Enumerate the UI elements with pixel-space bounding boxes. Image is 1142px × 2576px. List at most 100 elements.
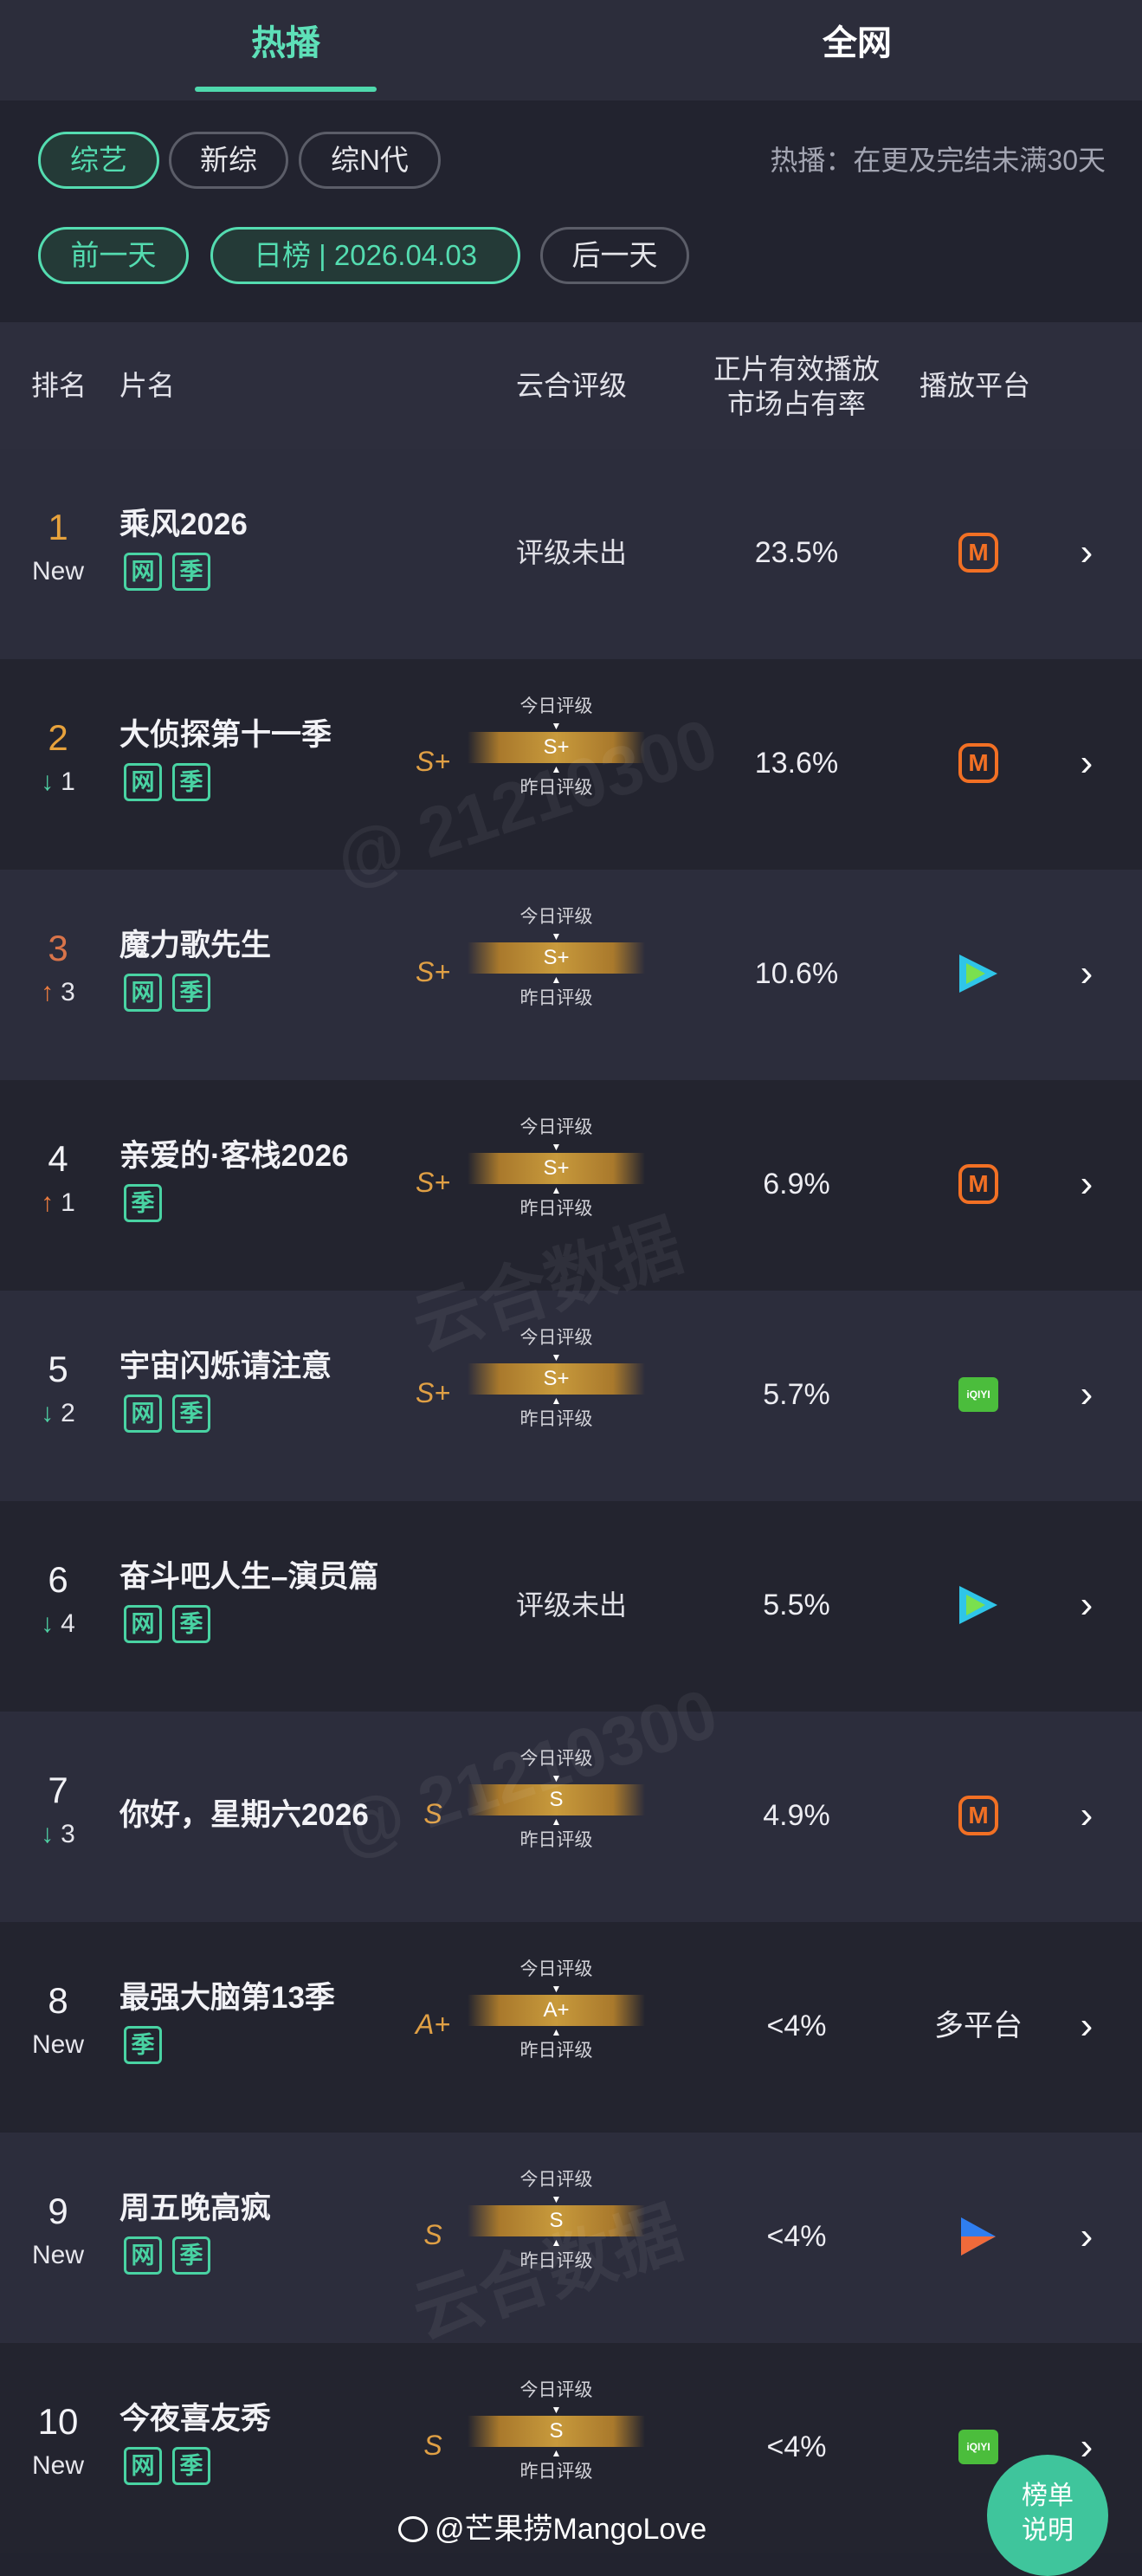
today-grade-label: 今日评级	[519, 1117, 593, 1137]
next-day-button[interactable]: 后一天	[540, 227, 689, 284]
mango-tv-icon: M	[958, 1164, 998, 1204]
mango-tv-icon: M	[958, 743, 998, 783]
rank-number: 6	[48, 1559, 68, 1600]
tag-season: 季	[172, 2447, 210, 2485]
tag-online: 网	[124, 1605, 162, 1643]
yesterday-grade-label: 昨日评级	[519, 2462, 593, 2482]
show-tags: 网季	[124, 1605, 221, 1643]
rank-change-value: 2	[61, 1399, 75, 1427]
rank-number: 3	[48, 928, 68, 968]
tag-season: 季	[172, 974, 210, 1012]
grade-bar: S+	[468, 1363, 645, 1395]
yesterday-grade-label: 昨日评级	[519, 1409, 593, 1429]
rank-change: New	[17, 2450, 99, 2482]
ranking-explanation-button[interactable]: 榜单 说明	[987, 2455, 1108, 2576]
grade-letter: S+	[415, 1377, 451, 1408]
chevron-right-icon[interactable]: ›	[1074, 949, 1100, 998]
header-name: 片名	[119, 370, 176, 401]
iqiyi-icon: iQIYI	[958, 1377, 998, 1412]
weibo-handle: @芒果捞MangoLove	[435, 2513, 707, 2546]
triangle-down-icon: ▼	[551, 2404, 562, 2416]
platform-logo: M	[935, 528, 1022, 577]
grade-indicator: 今日评级 ▼ S+ ▲ 昨日评级	[468, 904, 645, 1043]
rank-number: 8	[48, 1980, 68, 2021]
show-tags: 季	[124, 2026, 172, 2064]
yesterday-grade-label: 昨日评级	[519, 1830, 593, 1850]
show-tags: 季	[124, 1184, 172, 1222]
prev-day-button[interactable]: 前一天	[38, 227, 189, 284]
today-grade-label: 今日评级	[519, 2170, 593, 2190]
yesterday-grade-label: 昨日评级	[519, 988, 593, 1008]
tag-season: 季	[172, 1395, 210, 1433]
rank-change: New	[17, 2240, 99, 2271]
grade-letter: S+	[415, 1167, 451, 1198]
tag-online: 网	[124, 2236, 162, 2275]
chevron-right-icon[interactable]: ›	[1074, 739, 1100, 787]
chevron-right-icon[interactable]: ›	[1074, 2002, 1100, 2050]
grade-letter: S+	[415, 746, 451, 777]
market-share: 10.6%	[754, 957, 839, 990]
chevron-right-icon[interactable]: ›	[1074, 1370, 1100, 1419]
table-row[interactable]: 8 New 最强大脑第13季季 A+ 今日评级 ▼ A+ ▲ 昨日评级 <4% 多平台 ›	[0, 1922, 1142, 2133]
chevron-right-icon[interactable]: ›	[1074, 1791, 1100, 1840]
platform-logo	[935, 949, 1022, 998]
header-grade: 云合评级	[516, 370, 628, 401]
chevron-right-icon[interactable]: ›	[1074, 2212, 1100, 2261]
rank-change-value: 4	[61, 1609, 75, 1638]
table-row[interactable]: 3 ↑ 3 魔力歌先生网季 S+ 今日评级 ▼ S+ ▲ 昨日评级 10.6% ›	[0, 870, 1142, 1080]
show-title: 周五晚高疯	[119, 2191, 272, 2225]
rank-change-value: New	[31, 2451, 84, 2480]
tag-online: 网	[124, 2447, 162, 2485]
today-grade-label: 今日评级	[519, 1959, 593, 1979]
tencent-video-icon-inner	[966, 1595, 985, 1615]
market-share: 6.9%	[763, 1168, 830, 1201]
chevron-right-icon[interactable]: ›	[1074, 1581, 1100, 1629]
date-selector[interactable]: 日榜 | 2026.04.03	[210, 227, 520, 284]
triangle-down-icon: ▼	[551, 1351, 562, 1363]
market-share: 5.7%	[763, 1378, 830, 1411]
mango-tv-icon: M	[958, 1796, 998, 1835]
platform-logo: iQIYI	[935, 2423, 1022, 2471]
triangle-up-icon: ▲	[551, 974, 562, 986]
arrow-down-icon: ↓	[41, 1399, 55, 1427]
triangle-down-icon: ▼	[551, 930, 562, 942]
arrow-up-icon: ↑	[41, 978, 55, 1006]
youku-icon-inner	[961, 2236, 996, 2256]
float-button-line2: 说明	[1022, 2516, 1074, 2545]
triangle-up-icon: ▲	[551, 2026, 562, 2038]
iqiyi-icon: iQIYI	[958, 2430, 998, 2464]
show-title: 魔力歌先生	[119, 929, 272, 962]
chevron-right-icon[interactable]: ›	[1074, 1160, 1100, 1208]
table-row[interactable]: 6 ↓ 4 奋斗吧人生–演员篇网季 评级未出 5.5% ›	[0, 1501, 1142, 1712]
triangle-down-icon: ▼	[551, 1983, 562, 1995]
header-platform: 播放平台	[919, 370, 1031, 401]
today-grade-label: 今日评级	[519, 2380, 593, 2400]
platform-multi: 多平台	[934, 2010, 1023, 2042]
tab-all-network[interactable]: 全网	[727, 0, 987, 94]
market-share: 13.6%	[754, 747, 839, 780]
grade-letter: S	[423, 2430, 442, 2461]
weibo-attribution: @芒果捞MangoLove	[398, 2510, 706, 2548]
grade-letter: S+	[415, 956, 451, 987]
show-tags: 网季	[124, 763, 221, 801]
tag-online: 网	[124, 1395, 162, 1433]
hot-definition-hint: 热播：在更及完结未满30天	[770, 145, 1106, 176]
filter-variety[interactable]: 综艺	[38, 132, 159, 189]
rank-change: ↑ 3	[17, 977, 99, 1008]
arrow-down-icon: ↓	[41, 1820, 55, 1848]
triangle-down-icon: ▼	[551, 1141, 562, 1153]
grade-bar: S+	[468, 1153, 645, 1184]
show-title: 大侦探第十一季	[119, 718, 332, 752]
platform-logo: M	[935, 1160, 1022, 1208]
filter-new-variety[interactable]: 新综	[169, 132, 288, 189]
chevron-right-icon[interactable]: ›	[1074, 528, 1100, 577]
filter-variety-sequel[interactable]: 综N代	[299, 132, 441, 189]
filter-area: 综艺 新综 综N代 热播：在更及完结未满30天 前一天 日榜 | 2026.04…	[0, 100, 1142, 322]
tab-hot[interactable]: 热播	[156, 0, 416, 94]
table-row[interactable]: 1 New 乘风2026 网季 评级未出 23.5% M ›	[0, 449, 1142, 659]
grade-letter: A+	[415, 2009, 451, 2040]
arrow-down-icon: ↓	[41, 767, 55, 796]
triangle-up-icon: ▲	[551, 1395, 562, 1407]
rank-number: 1	[48, 507, 68, 547]
tag-season: 季	[172, 2236, 210, 2275]
